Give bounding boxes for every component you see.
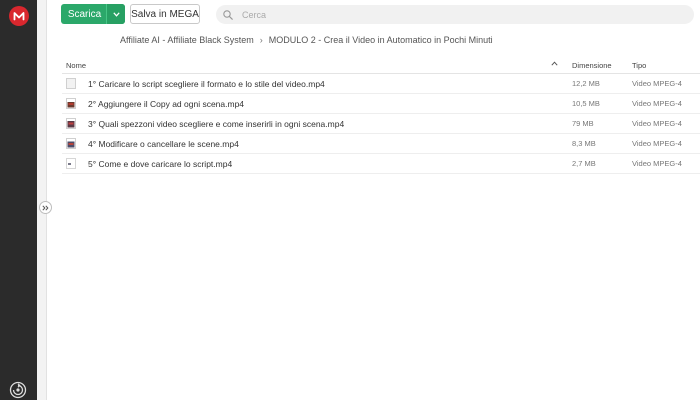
file-name: 5° Come e dove caricare lo script.mp4 — [88, 158, 233, 169]
file-type: Video MPEG-4 — [632, 119, 682, 128]
expand-panel-button[interactable] — [39, 201, 52, 214]
double-chevron-right-icon — [42, 204, 49, 211]
column-header-size[interactable]: Dimensione — [572, 61, 612, 70]
table-row[interactable]: 4° Modificare o cancellare le scene.mp4 … — [62, 134, 700, 154]
file-name: 4° Modificare o cancellare le scene.mp4 — [88, 138, 239, 149]
column-header-type[interactable]: Tipo — [632, 61, 646, 70]
file-type: Video MPEG-4 — [632, 99, 682, 108]
sort-ascending-icon[interactable] — [551, 61, 558, 66]
mega-logo-icon[interactable] — [9, 6, 29, 26]
table-row[interactable]: 1° Caricare lo script scegliere il forma… — [62, 74, 700, 94]
file-size: 10,5 MB — [572, 99, 600, 108]
chevron-down-icon — [112, 11, 120, 17]
search-bar[interactable] — [216, 5, 694, 24]
breadcrumb-item-root[interactable]: Affiliate AI - Affiliate Black System — [120, 35, 254, 45]
file-size: 8,3 MB — [572, 139, 596, 148]
file-type: Video MPEG-4 — [632, 139, 682, 148]
save-to-mega-button[interactable]: Salva in MEGA — [130, 4, 200, 24]
breadcrumb-item-current[interactable]: MODULO 2 - Crea il Video in Automatico i… — [269, 35, 493, 45]
search-input[interactable] — [242, 9, 662, 20]
video-thumbnail-icon — [66, 118, 76, 129]
transfers-icon[interactable] — [9, 381, 27, 399]
video-thumbnail-icon — [66, 98, 76, 109]
table-row[interactable]: 2° Aggiungere il Copy ad ogni scena.mp4 … — [62, 94, 700, 114]
breadcrumb-separator-icon: › — [259, 35, 263, 45]
app-sidebar — [0, 0, 37, 400]
table-row[interactable]: 3° Quali spezzoni video scegliere e come… — [62, 114, 700, 134]
video-thumbnail-icon — [66, 158, 76, 169]
side-panel-strip — [37, 0, 47, 400]
file-size: 2,7 MB — [572, 159, 596, 168]
download-button[interactable]: Scarica — [61, 4, 125, 24]
file-type: Video MPEG-4 — [632, 79, 682, 88]
file-name: 1° Caricare lo script scegliere il forma… — [88, 78, 325, 89]
file-name: 2° Aggiungere il Copy ad ogni scena.mp4 — [88, 98, 245, 109]
file-size: 12,2 MB — [572, 79, 600, 88]
download-options-dropdown[interactable] — [106, 4, 125, 24]
video-thumbnail-icon — [66, 138, 76, 149]
table-row[interactable]: 5° Come e dove caricare lo script.mp4 2,… — [62, 154, 700, 174]
file-table: Nome Dimensione Tipo 1° Caricare lo scri… — [62, 57, 700, 174]
table-header: Nome Dimensione Tipo — [62, 57, 700, 74]
column-header-name[interactable]: Nome — [66, 61, 86, 70]
breadcrumb: Affiliate AI - Affiliate Black System › … — [120, 34, 493, 46]
file-size: 79 MB — [572, 119, 594, 128]
download-button-label: Scarica — [67, 8, 102, 20]
file-name: 3° Quali spezzoni video scegliere e come… — [88, 118, 345, 129]
file-thumbnail-icon — [66, 78, 76, 89]
search-icon — [223, 9, 233, 20]
file-type: Video MPEG-4 — [632, 159, 682, 168]
